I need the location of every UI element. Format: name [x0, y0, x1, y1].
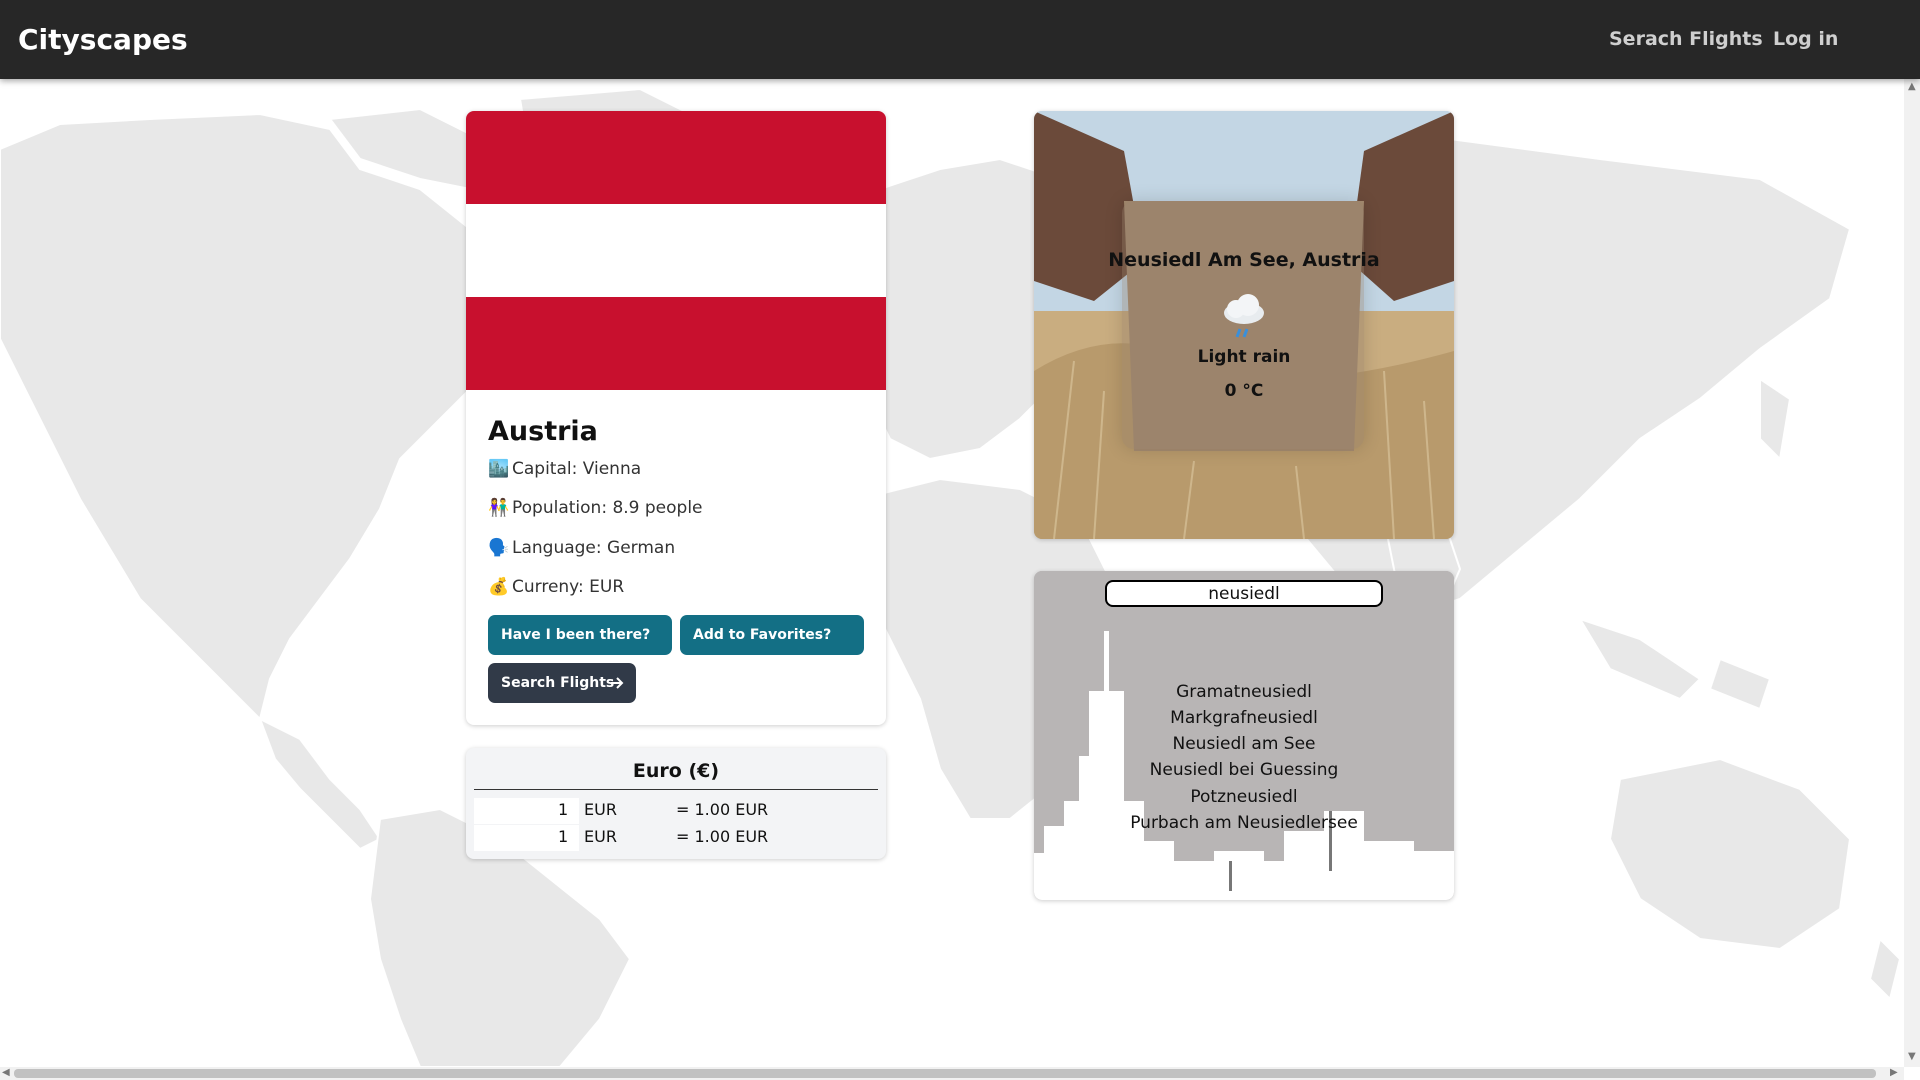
nav-login-link[interactable]: Log in — [1773, 28, 1838, 50]
country-name: Austria — [488, 416, 598, 447]
currency-title: Euro (€) — [632, 760, 720, 782]
scroll-up-arrow-icon[interactable]: ▲ — [1908, 81, 1916, 92]
currency-converter-card: Euro (€) 1 EUR = 1.00 EUR 1 EUR = 1.00 E… — [466, 748, 886, 859]
people-icon: 👫 — [488, 498, 510, 518]
flag-stripe-middle — [466, 204, 886, 297]
population-text: Population: 8.9 people — [512, 498, 703, 518]
rain-cloud-icon — [1224, 294, 1264, 338]
cityscape-icon: 🏙️ — [488, 459, 510, 479]
flag-stripe-bottom — [466, 297, 886, 390]
conversion-result-1: = 1.00 EUR — [676, 800, 769, 819]
been-there-button[interactable]: Have I been there? — [488, 615, 672, 655]
currency-divider — [474, 789, 878, 790]
vertical-scrollbar[interactable]: ▲ ▼ — [1904, 79, 1920, 1067]
world-map-illustration — [0, 87, 1902, 1067]
top-navbar: Cityscapes Serach Flights Log in — [0, 0, 1920, 79]
weather-temperature: 0 °C — [1224, 381, 1264, 401]
capital-row: 🏙️ Capital: Vienna — [488, 459, 641, 479]
weather-card: Neusiedl Am See, Austria Light rain 0 °C — [1034, 111, 1454, 539]
horizontal-scrollbar[interactable]: ◀ ▶ — [0, 1067, 1904, 1080]
search-flights-button[interactable]: Search Flights — [488, 663, 636, 703]
money-bag-icon: 💰 — [488, 577, 510, 597]
speaking-head-icon: 🗣️ — [488, 538, 510, 558]
city-search-input[interactable] — [1105, 580, 1383, 607]
flag-stripe-top — [466, 111, 886, 204]
search-result-item[interactable]: Neusiedl am See — [1034, 734, 1454, 754]
add-favorites-button[interactable]: Add to Favorites? — [680, 615, 864, 655]
language-text: Language: German — [512, 538, 676, 558]
conversion-result-2: = 1.00 EUR — [676, 827, 769, 846]
currency-code-2[interactable]: EUR — [584, 827, 617, 846]
scroll-left-arrow-icon[interactable]: ◀ — [2, 1067, 10, 1078]
capital-text: Capital: Vienna — [512, 459, 642, 479]
search-result-item[interactable]: Gramatneusiedl — [1034, 682, 1454, 702]
weather-location: Neusiedl Am See, Austria — [1108, 249, 1380, 271]
search-flights-label: Search Flights — [501, 675, 615, 691]
search-result-item[interactable]: Purbach am Neusiedlersee — [1034, 813, 1454, 833]
language-row: 🗣️ Language: German — [488, 538, 675, 558]
city-search-card: Gramatneusiedl Markgrafneusiedl Neusiedl… — [1034, 571, 1454, 900]
currency-text: Curreny: EUR — [512, 577, 625, 597]
brand-logo[interactable]: Cityscapes — [18, 23, 188, 56]
search-result-item[interactable]: Potzneusiedl — [1034, 787, 1454, 807]
amount-value-1: 1 — [558, 800, 569, 819]
scroll-right-arrow-icon[interactable]: ▶ — [1890, 1067, 1898, 1078]
scroll-down-arrow-icon[interactable]: ▼ — [1908, 1051, 1916, 1062]
world-map-background — [0, 79, 1904, 1067]
country-info-card: Austria 🏙️ Capital: Vienna 👫 Population: 8… — [466, 111, 886, 725]
search-result-item[interactable]: Neusiedl bei Guessing — [1034, 760, 1454, 780]
population-row: 👫 Population: 8.9 people — [488, 498, 703, 518]
amount-value-2: 1 — [558, 827, 569, 846]
nav-search-flights-link[interactable]: Serach Flights — [1609, 28, 1763, 50]
arrow-right-icon — [611, 677, 624, 689]
search-result-item[interactable]: Markgrafneusiedl — [1034, 708, 1454, 728]
horizontal-scroll-thumb[interactable] — [14, 1069, 1876, 1078]
currency-code-1[interactable]: EUR — [584, 800, 617, 819]
currency-row: 💰 Curreny: EUR — [488, 577, 624, 597]
weather-description: Light rain — [1197, 347, 1291, 367]
